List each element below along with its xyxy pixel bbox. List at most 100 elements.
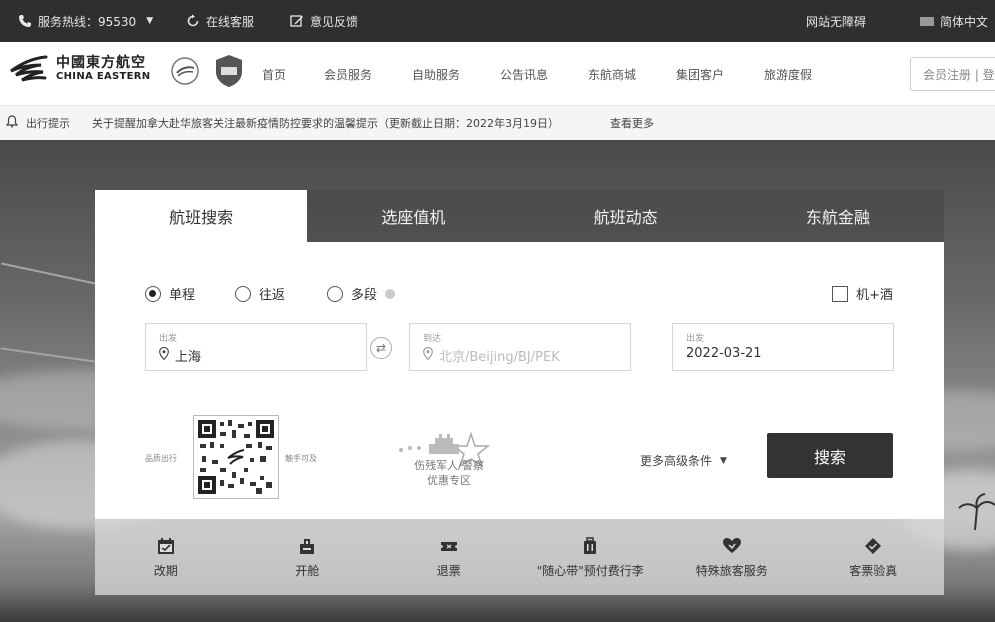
refresh-chat-icon <box>186 14 200 28</box>
military-line-1: 伤残军人/警察 <box>414 459 484 472</box>
search-button[interactable]: 搜索 <box>767 433 893 478</box>
date-field-label: 出发 <box>686 334 705 344</box>
caret-down-icon: ▼ <box>720 455 727 466</box>
qr-right-caption: 触手可及 <box>285 454 317 463</box>
service-special-passenger[interactable]: 特殊旅客服务 <box>661 519 803 595</box>
online-service-label: 在线客服 <box>206 14 255 29</box>
service-ticket-verify[interactable]: 客票验真 <box>803 519 945 595</box>
nav-self-service[interactable]: 自助服务 <box>412 42 460 106</box>
more-conditions-label: 更多高级条件 <box>640 454 713 468</box>
swap-cities-icon[interactable]: ⇄ <box>370 337 392 359</box>
nav-travel[interactable]: 旅游度假 <box>764 42 812 106</box>
service-refund-label: 退票 <box>436 563 461 578</box>
service-prepaid-baggage-label: "随心带"预付费行李 <box>536 563 644 578</box>
notice-more-link[interactable]: 查看更多 <box>610 106 654 140</box>
skyteam-badge-icon <box>170 54 200 88</box>
notice-text[interactable]: 关于提醒加拿大赴华旅客关注最新疫情防控要求的温馨提示（更新截止日期：2022年3… <box>92 106 559 140</box>
nav-member-services-label: 会员服务 <box>324 67 373 82</box>
feedback-link[interactable]: 意见反馈 <box>290 0 358 42</box>
military-line-2: 优惠专区 <box>427 474 471 487</box>
qr-left-caption: 品质出行 <box>145 454 177 463</box>
departure-field-label: 出发 <box>159 334 178 344</box>
feedback-label: 意见反馈 <box>310 14 359 29</box>
departure-date-field[interactable]: 出发 2022-03-21 <box>672 323 894 371</box>
online-service-link[interactable]: 在线客服 <box>186 0 254 42</box>
nav-mall[interactable]: 东航商城 <box>588 42 636 106</box>
service-special-passenger-label: 特殊旅客服务 <box>695 563 768 578</box>
military-zone-text[interactable]: 伤残军人/警察 优惠专区 <box>393 458 505 488</box>
departure-value: 上海 <box>159 346 201 365</box>
search-tabs: 航班搜索 选座值机 航班动态 东航金融 <box>95 190 944 242</box>
info-icon <box>385 288 396 299</box>
site-header: 中國東方航空 CHINA EASTERN 首页 会员服务 自助服务 公告讯息 东… <box>0 42 995 106</box>
nav-member-services[interactable]: 会员服务 <box>324 42 372 106</box>
service-open-cabin-label: 开舱 <box>295 563 320 578</box>
arrival-field-label: 到达 <box>423 334 442 344</box>
service-reschedule[interactable]: 改期 <box>95 519 237 595</box>
tab-finance[interactable]: 东航金融 <box>732 190 944 242</box>
swallow-logo-icon <box>8 54 48 86</box>
logo[interactable]: 中國東方航空 CHINA EASTERN <box>8 54 150 86</box>
departure-date-value: 2022-03-21 <box>686 346 762 361</box>
service-reschedule-label: 改期 <box>153 563 178 578</box>
arrival-value: 北京/Beijing/BJ/PEK <box>423 346 560 365</box>
tab-flight-search[interactable]: 航班搜索 <box>95 190 308 242</box>
login-register-button[interactable]: 会员注册 | 登录 <box>910 57 995 91</box>
hotline[interactable]: 服务热线：95530 ▼ <box>18 0 153 42</box>
nav-mall-label: 东航商城 <box>588 67 637 82</box>
tab-flight-status[interactable]: 航班动态 <box>520 190 732 242</box>
departure-city-field[interactable]: 出发 上海 <box>145 323 367 371</box>
heart-hands-icon <box>722 536 742 556</box>
nav-home[interactable]: 首页 <box>262 42 286 106</box>
app-qr-code <box>193 415 279 499</box>
diamond-check-icon <box>863 536 883 556</box>
briefcase-user-icon <box>297 536 317 556</box>
accessibility-label: 网站无障碍 <box>806 14 867 29</box>
flight-search-panel: 航班搜索 选座值机 航班动态 东航金融 单程 往返 多段 机+酒 出发 上海 ⇄… <box>95 190 944 595</box>
trip-round-trip[interactable]: 往返 <box>235 284 285 303</box>
departure-city-text: 上海 <box>175 350 202 365</box>
caret-down-icon: ▼ <box>146 16 154 26</box>
language-selector[interactable]: 简体中文 <box>920 0 988 42</box>
award-badge-icon <box>214 54 244 88</box>
notice-bar: 出行提示 关于提醒加拿大赴华旅客关注最新疫情防控要求的温馨提示（更新截止日期：2… <box>0 106 995 140</box>
logo-chinese-text: 中國東方航空 <box>56 55 146 71</box>
hotline-label: 服务热线：95530 <box>38 14 137 29</box>
nav-corporate-label: 集团客户 <box>676 67 725 82</box>
trip-one-way-label: 单程 <box>169 288 196 303</box>
notice-label: 出行提示 <box>26 117 70 130</box>
bell-icon <box>5 115 19 131</box>
service-ticket-verify-label: 客票验真 <box>849 563 898 578</box>
edit-icon <box>290 14 304 28</box>
nav-corporate[interactable]: 集团客户 <box>676 42 724 106</box>
service-prepaid-baggage[interactable]: "随心带"预付费行李 <box>520 519 662 595</box>
flight-hotel-checkbox[interactable]: 机+酒 <box>832 284 893 303</box>
ticket-icon <box>439 536 459 556</box>
location-pin-icon <box>159 346 169 364</box>
service-open-cabin[interactable]: 开舱 <box>237 519 379 595</box>
checkbox-icon <box>832 285 848 302</box>
trip-multi-city[interactable]: 多段 <box>327 284 396 303</box>
accessibility-link[interactable]: 网站无障碍 <box>806 0 866 42</box>
logo-english-text: CHINA EASTERN <box>56 71 151 82</box>
arrival-city-field[interactable]: 到达 北京/Beijing/BJ/PEK <box>409 323 631 371</box>
service-bar: 改期 开舱 退票 "随心带"预付费行李 特殊旅客服务 客票验真 <box>95 519 944 595</box>
trip-multi-city-label: 多段 <box>351 288 378 303</box>
more-conditions-toggle[interactable]: 更多高级条件 ▼ <box>640 452 727 469</box>
phone-icon <box>18 14 32 28</box>
calendar-check-icon <box>156 536 176 556</box>
service-refund[interactable]: 退票 <box>378 519 520 595</box>
top-bar: 服务热线：95530 ▼ 在线客服 意见反馈 网站无障碍 简体中文 <box>0 0 995 42</box>
trip-one-way[interactable]: 单程 <box>145 284 195 303</box>
nav-self-service-label: 自助服务 <box>412 67 461 82</box>
radio-unchecked-icon <box>235 285 251 302</box>
arrival-placeholder: 北京/Beijing/BJ/PEK <box>439 350 560 365</box>
tab-seat-checkin[interactable]: 选座值机 <box>307 190 519 242</box>
nav-announcements[interactable]: 公告讯息 <box>500 42 548 106</box>
flight-hotel-label: 机+酒 <box>856 288 893 303</box>
luggage-icon <box>580 536 600 556</box>
palm-tree-icon <box>955 490 995 531</box>
radio-checked-icon <box>145 285 161 302</box>
nav-home-label: 首页 <box>262 67 287 82</box>
location-pin-icon <box>423 346 433 364</box>
